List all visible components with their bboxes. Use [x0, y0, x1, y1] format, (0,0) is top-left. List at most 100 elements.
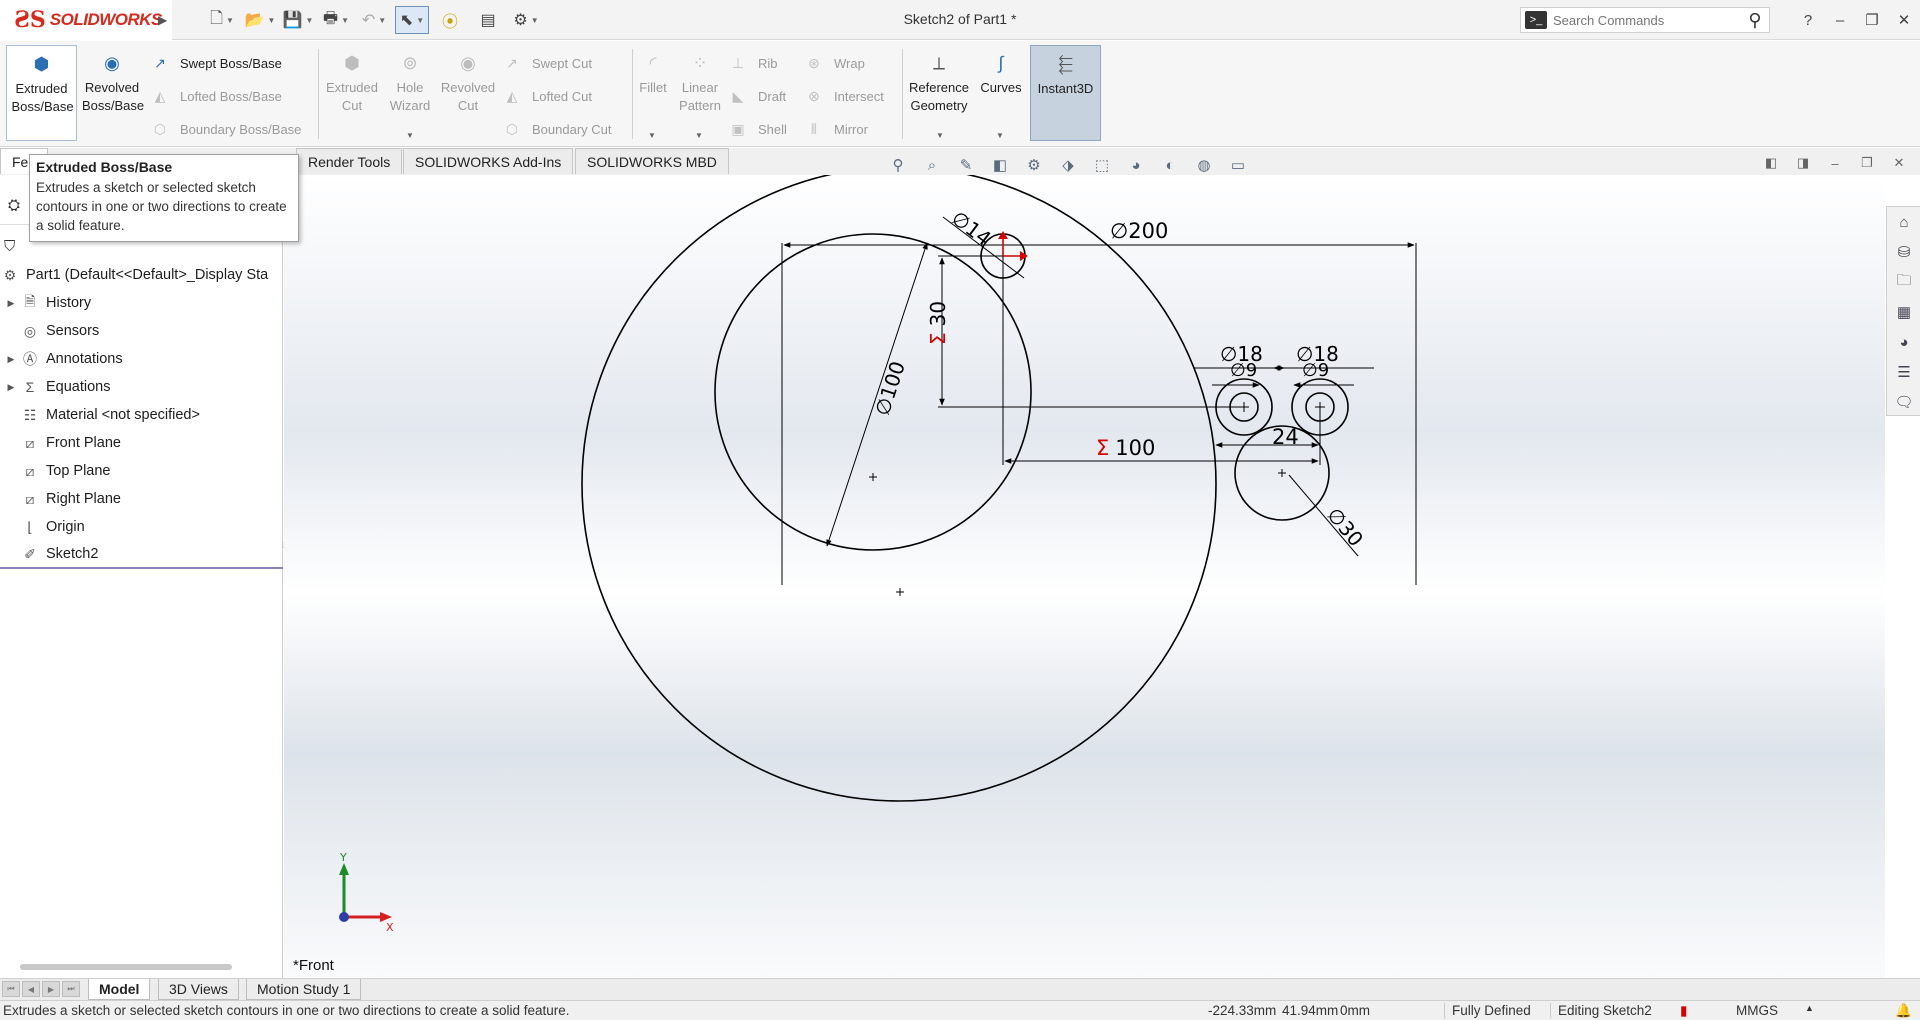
- dim-200-label[interactable]: ∅200: [1110, 219, 1168, 243]
- hide-show-items-icon[interactable]: ◕: [1122, 154, 1150, 176]
- apply-scene-icon[interactable]: ◍: [1190, 154, 1218, 176]
- lofted-cut-button[interactable]: ◭ Lofted Cut: [502, 84, 592, 108]
- chevron-down-icon[interactable]: ▼: [936, 131, 944, 140]
- tab-3d-views[interactable]: 3D Views: [158, 979, 239, 1000]
- chevron-down-icon[interactable]: ▼: [306, 16, 314, 25]
- chevron-down-icon[interactable]: ▼: [695, 131, 703, 140]
- boundary-boss-button[interactable]: ⬡ Boundary Boss/Base: [150, 117, 302, 141]
- prev-tab-arrow-icon[interactable]: ◀: [22, 981, 40, 997]
- doc-restore-button[interactable]: ❐: [1856, 152, 1878, 174]
- file-properties-button[interactable]: ▤: [471, 6, 505, 34]
- new-document-button[interactable]: 🗋 ▼: [205, 6, 239, 34]
- horizontal-scrollbar[interactable]: [20, 964, 232, 970]
- curves-button[interactable]: ∫ Curves: [976, 45, 1026, 141]
- dim-14-label[interactable]: ∅14: [947, 206, 996, 251]
- view-orientation-icon[interactable]: ⬗: [1054, 154, 1082, 176]
- status-units[interactable]: MMGS: [1736, 1003, 1778, 1018]
- menu-expand-arrow-icon[interactable]: ▶: [158, 10, 172, 30]
- outer-circle[interactable]: [581, 175, 1217, 802]
- restore-button[interactable]: ❐: [1856, 0, 1888, 40]
- status-mode[interactable]: Editing Sketch2: [1558, 1003, 1652, 1018]
- dim-9-b-label[interactable]: ∅9: [1302, 360, 1329, 381]
- search-commands[interactable]: >_ ⚲: [1520, 7, 1770, 33]
- zoom-to-area-icon[interactable]: ⌕: [918, 154, 946, 176]
- graphics-area[interactable]: ∅200 ∅14 ∅100 Σ30 Σ 100 ∅18 ∅9 ∅18 ∅9 24…: [284, 175, 1885, 978]
- expand-pane-icon[interactable]: ◨: [1792, 152, 1814, 174]
- rebuild-indicator-icon[interactable]: ▮: [1680, 1003, 1687, 1019]
- tree-item-history[interactable]: ▶ 🗎 History: [0, 289, 283, 317]
- chevron-down-icon[interactable]: ▼: [226, 16, 234, 25]
- undo-button[interactable]: ↶ ▼: [357, 6, 391, 34]
- dim-9-a-label[interactable]: ∅9: [1230, 360, 1257, 381]
- tree-item-front-plane[interactable]: ⧄ Front Plane: [0, 429, 283, 457]
- revolved-cut-button[interactable]: ◉ Revolved Cut: [436, 45, 500, 141]
- rebuild-button[interactable]: ⦿: [433, 6, 467, 34]
- dim-30-label[interactable]: Σ30: [926, 301, 950, 345]
- tab-render-tools[interactable]: Render Tools: [296, 148, 403, 174]
- home-icon[interactable]: ⌂: [1887, 207, 1920, 237]
- tab-solidworks-addins[interactable]: SOLIDWORKS Add-Ins: [403, 148, 574, 174]
- save-button[interactable]: 💾 ▼: [281, 6, 315, 34]
- feature-manager-tab-icon[interactable]: ⛭: [8, 197, 20, 214]
- hole-wizard-button[interactable]: ⊚ Hole Wizard: [386, 45, 434, 141]
- doc-close-button[interactable]: ✕: [1888, 152, 1910, 174]
- first-tab-arrow-icon[interactable]: ⏮: [2, 981, 20, 997]
- chevron-down-icon[interactable]: ▼: [996, 131, 1004, 140]
- chevron-down-icon[interactable]: ▼: [406, 131, 414, 140]
- notifications-icon[interactable]: 🔔: [1895, 1003, 1912, 1019]
- tab-motion-study[interactable]: Motion Study 1: [246, 979, 362, 1000]
- file-explorer-icon[interactable]: ▦: [1887, 297, 1920, 327]
- expand-arrow-icon[interactable]: ▶: [4, 354, 18, 365]
- shell-button[interactable]: ▣ Shell: [728, 117, 787, 141]
- intersect-button[interactable]: ⊗ Intersect: [804, 84, 884, 108]
- chevron-down-icon[interactable]: ▼: [531, 16, 539, 25]
- chevron-down-icon[interactable]: ▼: [416, 16, 424, 25]
- close-button[interactable]: ✕: [1888, 0, 1920, 40]
- tab-solidworks-mbd[interactable]: SOLIDWORKS MBD: [575, 148, 729, 174]
- next-tab-arrow-icon[interactable]: ▶: [42, 981, 60, 997]
- reference-geometry-button[interactable]: ⟂ Reference Geometry: [904, 45, 974, 141]
- select-button[interactable]: ⬉ ▼: [395, 6, 429, 34]
- minimize-button[interactable]: –: [1824, 0, 1856, 40]
- zoom-to-fit-icon[interactable]: ⚲: [884, 154, 912, 176]
- extruded-cut-button[interactable]: ⬢ Extruded Cut: [320, 45, 384, 141]
- tree-root-part[interactable]: ⚙ Part1 (Default<<Default>_Display Sta: [0, 261, 283, 289]
- draft-button[interactable]: ◣ Draft: [728, 84, 787, 108]
- dynamic-annotation-icon[interactable]: ⚙: [1020, 154, 1048, 176]
- tree-item-origin[interactable]: ⌊ Origin: [0, 513, 283, 541]
- section-view-icon[interactable]: ◧: [986, 154, 1014, 176]
- tree-item-sketch2[interactable]: ✐ Sketch2: [0, 541, 283, 569]
- linear-pattern-button[interactable]: ⁘ Linear Pattern: [674, 45, 726, 141]
- dim-100-dia-label[interactable]: ∅100: [870, 358, 910, 418]
- tab-model[interactable]: Model: [88, 979, 151, 1000]
- fillet-button[interactable]: ◜ Fillet: [634, 45, 672, 141]
- revolved-boss-button[interactable]: ◉ Revolved Boss/Base: [80, 45, 144, 141]
- last-tab-arrow-icon[interactable]: ⏭: [62, 981, 80, 997]
- tree-item-material[interactable]: ☷ Material <not specified>: [0, 401, 283, 429]
- search-icon[interactable]: ⚲: [1741, 10, 1769, 31]
- previous-view-icon[interactable]: ✎: [952, 154, 980, 176]
- sketch-canvas[interactable]: ∅200 ∅14 ∅100 Σ30 Σ 100 ∅18 ∅9 ∅18 ∅9 24…: [284, 175, 1885, 978]
- dim-100-horizontal-label[interactable]: Σ 100: [1096, 436, 1155, 460]
- chevron-down-icon[interactable]: ▼: [648, 131, 656, 140]
- tree-item-annotations[interactable]: ▶ Ⓐ Annotations: [0, 345, 283, 373]
- solidworks-logo[interactable]: ƧS SOLIDWORKS: [0, 0, 172, 40]
- boundary-cut-button[interactable]: ⬡ Boundary Cut: [502, 117, 612, 141]
- design-library-icon[interactable]: 🗀: [1887, 267, 1920, 297]
- appearances-icon[interactable]: ◕: [1887, 327, 1920, 357]
- extruded-boss-button[interactable]: ⬢ Extruded Boss/Base: [6, 45, 77, 141]
- wrap-button[interactable]: ⊛ Wrap: [804, 51, 865, 75]
- dim-24-label[interactable]: 24: [1272, 425, 1299, 449]
- custom-properties-icon[interactable]: ☰: [1887, 357, 1920, 387]
- collapse-pane-icon[interactable]: ◧: [1760, 152, 1782, 174]
- chevron-down-icon[interactable]: ▼: [341, 16, 349, 25]
- open-button[interactable]: 📂 ▼: [243, 6, 277, 34]
- forum-icon[interactable]: 🗨: [1887, 387, 1920, 417]
- mirror-button[interactable]: ⫴ Mirror: [804, 117, 868, 141]
- tree-item-equations[interactable]: ▶ Σ Equations: [0, 373, 283, 401]
- lofted-boss-button[interactable]: ◭ Lofted Boss/Base: [150, 84, 282, 108]
- resources-icon[interactable]: ⛁: [1887, 237, 1920, 267]
- filter-icon[interactable]: ⛉: [4, 238, 15, 255]
- tree-item-right-plane[interactable]: ⧄ Right Plane: [0, 485, 283, 513]
- tree-item-sensors[interactable]: ◎ Sensors: [0, 317, 283, 345]
